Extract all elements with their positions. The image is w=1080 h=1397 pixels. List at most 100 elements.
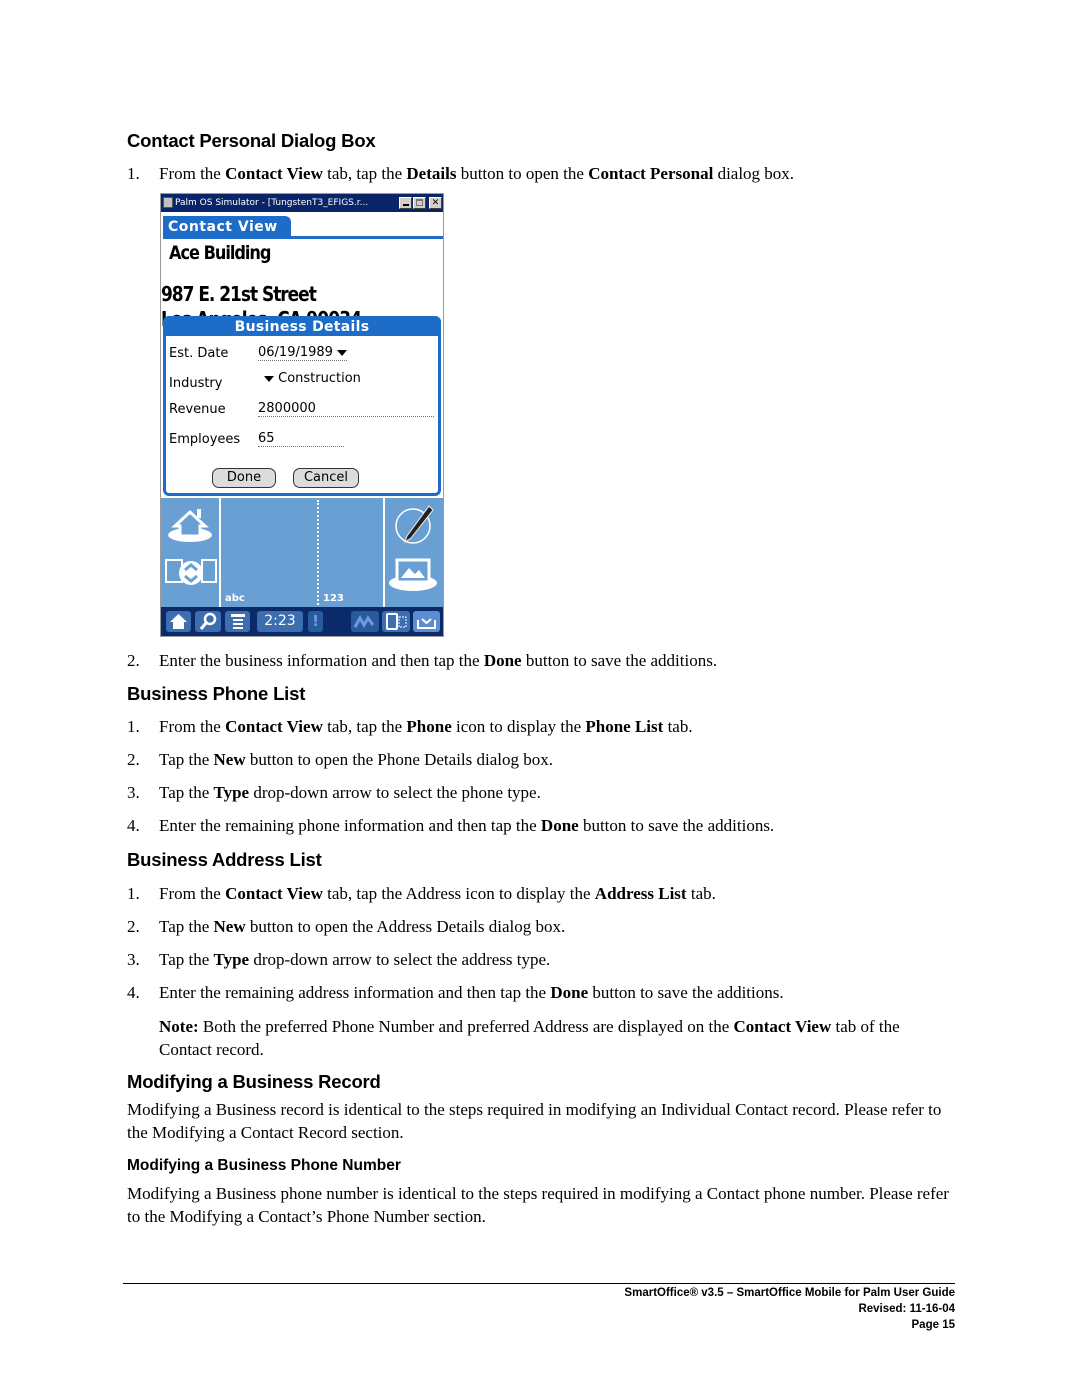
palm-simulator-screenshot: Palm OS Simulator - [TungstenT3_EFIGS.r.… xyxy=(160,193,444,637)
step-bold: Contact View xyxy=(225,717,323,736)
status-bar: 2:23 ! xyxy=(161,607,443,636)
contact-address: 987 E. 21st Street xyxy=(161,282,317,306)
dialog-title: Business Details xyxy=(163,316,441,336)
step-text: Tap the xyxy=(159,950,214,969)
step-contact-personal-1: 1. From the Contact View tab, tap the Det… xyxy=(127,164,794,184)
step-text: tab. xyxy=(686,884,716,903)
industry-select[interactable]: Construction xyxy=(264,372,361,386)
employees-field[interactable]: 65 xyxy=(258,432,344,447)
minimize-button[interactable] xyxy=(399,197,412,209)
step-number: 3. xyxy=(127,783,140,802)
step-text: tab. xyxy=(663,717,693,736)
input-area-button[interactable] xyxy=(413,611,440,632)
home-button[interactable] xyxy=(166,611,191,632)
est-date-label: Est. Date xyxy=(169,346,229,361)
stylus-icon[interactable] xyxy=(393,504,437,546)
step-text: Enter the remaining phone information an… xyxy=(159,816,541,835)
alert-icon[interactable]: ! xyxy=(308,611,323,632)
heading-modifying-business-record: Modifying a Business Record xyxy=(127,1071,381,1092)
footer-divider xyxy=(123,1283,955,1284)
step-text: button to open the xyxy=(456,164,589,183)
graffiti-123-label: 123 xyxy=(323,593,344,604)
step-bold: Contact Personal xyxy=(588,164,714,183)
step-bold: Type xyxy=(213,783,250,802)
step-bold: Done xyxy=(483,651,522,670)
dropdown-arrow-icon[interactable] xyxy=(337,349,348,356)
revenue-field[interactable]: 2800000 xyxy=(258,402,434,417)
media-icon[interactable] xyxy=(387,556,439,592)
step-number: 3. xyxy=(127,950,140,969)
step-text: Tap the xyxy=(159,917,214,936)
step-text: Tap the xyxy=(159,750,214,769)
footer-revised-date: Revised: 11-16-04 xyxy=(858,1303,955,1315)
note-bold: Contact View xyxy=(733,1017,832,1036)
menu-icon xyxy=(231,614,245,629)
step-bold: Phone xyxy=(406,717,452,736)
rotate-screen-button[interactable] xyxy=(382,611,410,632)
home-icon xyxy=(170,614,187,629)
step-bold: New xyxy=(213,917,246,936)
tab-contact-view[interactable]: Contact View xyxy=(163,216,291,238)
rotate-icon xyxy=(386,613,407,630)
clock[interactable]: 2:23 xyxy=(257,611,303,632)
step-number: 1. xyxy=(127,717,140,736)
collapse-input-icon xyxy=(417,618,436,629)
heading-modifying-business-phone: Modifying a Business Phone Number xyxy=(127,1157,401,1174)
step-bold: Done xyxy=(550,983,589,1002)
step-text: button to save the additions. xyxy=(578,816,775,835)
contact-name: Ace Building xyxy=(169,242,271,264)
graffiti-area: abc 123 xyxy=(161,498,443,607)
step-text: tab, tap the Address icon to display the xyxy=(322,884,595,903)
find-button[interactable] xyxy=(195,611,221,632)
graffiti-abc-label: abc xyxy=(225,593,245,604)
step-text: drop-down arrow to select the phone type… xyxy=(249,783,541,802)
step-number: 2. xyxy=(127,917,140,936)
step-number: 2. xyxy=(127,651,140,670)
step-text: From the xyxy=(159,717,226,736)
step-phone-2: 2. Tap the New button to open the Phone D… xyxy=(127,750,553,770)
step-bold: Address List xyxy=(594,884,687,903)
cancel-button[interactable]: Cancel xyxy=(293,468,359,488)
step-bold: Contact View xyxy=(225,884,323,903)
step-bold: Contact View xyxy=(225,164,323,183)
step-text: From the xyxy=(159,164,226,183)
industry-value: Construction xyxy=(278,371,361,386)
maximize-button[interactable] xyxy=(413,197,426,209)
step-phone-4: 4. Enter the remaining phone information … xyxy=(127,816,774,836)
est-date-value: 06/19/1989 xyxy=(258,345,333,360)
step-text: Enter the remaining address information … xyxy=(159,983,551,1002)
step-number: 1. xyxy=(127,884,140,903)
home-icon[interactable] xyxy=(165,504,215,544)
note-text: Both the preferred Phone Number and pref… xyxy=(198,1017,734,1036)
est-date-field[interactable]: 06/19/1989 xyxy=(258,345,348,361)
close-button[interactable]: ✕ xyxy=(429,197,442,209)
app-icon xyxy=(163,197,173,208)
step-text: tab, tap the xyxy=(322,164,407,183)
sync-icon[interactable] xyxy=(164,556,218,590)
step-text: From the xyxy=(159,884,226,903)
dropdown-arrow-icon[interactable] xyxy=(264,375,274,382)
revenue-label: Revenue xyxy=(169,402,226,417)
step-text: button to open the Phone Details dialog … xyxy=(245,750,554,769)
graffiti-divider xyxy=(383,498,385,607)
step-text: icon to display the xyxy=(451,717,586,736)
step-bold: Phone List xyxy=(585,717,664,736)
employees-label: Employees xyxy=(169,432,241,447)
note-address: Note: Both the preferred Phone Number an… xyxy=(159,1015,949,1061)
step-phone-1: 1. From the Contact View tab, tap the Pho… xyxy=(127,717,693,737)
heading-business-phone-list: Business Phone List xyxy=(127,683,306,704)
industry-label: Industry xyxy=(169,376,223,391)
menu-button[interactable] xyxy=(225,611,250,632)
graffiti-toggle-button[interactable] xyxy=(351,611,379,632)
step-text: tab, tap the xyxy=(322,717,407,736)
step-text: Enter the business information and then … xyxy=(159,651,484,670)
note-label: Note: xyxy=(159,1017,199,1036)
step-bold: Type xyxy=(213,950,250,969)
step-address-1: 1. From the Contact View tab, tap the Add… xyxy=(127,884,716,904)
step-phone-3: 3. Tap the Type drop-down arrow to select… xyxy=(127,783,541,803)
done-button[interactable]: Done xyxy=(212,468,276,488)
step-number: 2. xyxy=(127,750,140,769)
step-address-4: 4. Enter the remaining address informatio… xyxy=(127,983,784,1003)
tab-underline xyxy=(163,236,443,239)
footer-page-number: Page 15 xyxy=(911,1319,955,1331)
